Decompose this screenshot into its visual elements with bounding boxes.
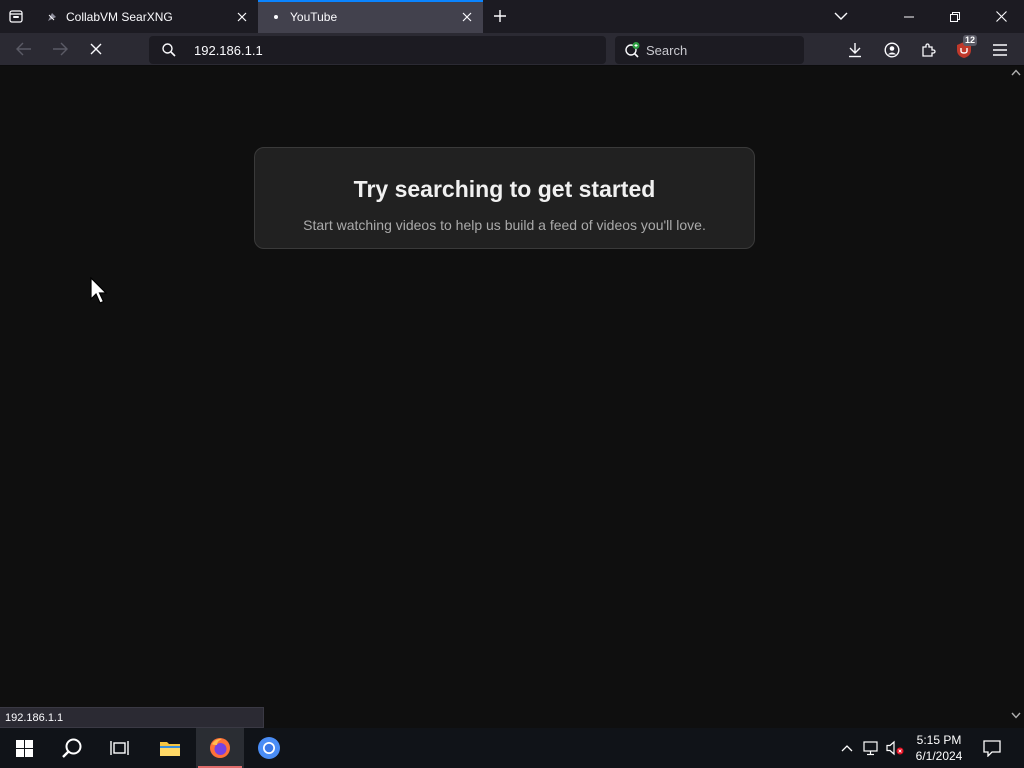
new-tab-button[interactable] [488,4,512,28]
vertical-scrollbar[interactable] [1008,66,1024,719]
search-engine-icon [624,41,642,59]
task-view-button[interactable] [96,728,144,768]
task-view-icon [110,741,129,755]
folder-icon [160,742,180,756]
stop-icon [90,43,102,55]
firefox-icon [210,738,230,758]
chevron-up-icon [841,745,853,752]
show-hidden-icons-button[interactable] [837,738,857,758]
arrow-right-icon [53,42,68,56]
plus-icon [494,10,506,22]
arrow-left-icon [16,42,31,56]
minimize-icon [904,16,914,17]
tab-title: CollabVM SearXNG [66,9,173,24]
address-bar[interactable]: 192.186.1.1 [149,36,606,64]
searxng-favicon-icon [44,9,60,25]
restore-icon [950,11,960,22]
downloads-button[interactable] [842,37,868,63]
volume-muted-icon[interactable] [885,738,905,758]
extension-badge: 12 [963,35,978,46]
search-icon [162,43,178,57]
tab-strip: CollabVM SearXNG YouTube [0,0,1024,33]
windows-logo-icon [15,739,33,757]
tab-youtube[interactable]: YouTube [258,0,483,33]
close-icon [995,11,1007,22]
notification-icon [983,739,1001,757]
navigation-toolbar: 192.186.1.1 Search 12 [0,33,1024,66]
empty-feed-heading: Try searching to get started [353,176,656,202]
download-icon [849,43,861,58]
forward-button[interactable] [47,36,73,62]
firefox-view-icon [9,10,23,23]
restore-button[interactable] [932,0,978,33]
empty-feed-subtext: Start watching videos to help us build a… [303,217,706,233]
firefox-view-button[interactable] [4,4,28,28]
system-clock[interactable]: 5:15 PM 6/1/2024 [908,732,970,764]
clock-date: 6/1/2024 [915,749,963,763]
chromium-icon [258,737,280,759]
tab-title: YouTube [290,9,338,24]
ublock-origin-button[interactable]: 12 [951,35,978,63]
app-menu-button[interactable] [987,37,1013,63]
scroll-down-arrow-icon[interactable] [1011,712,1021,719]
action-center-button[interactable] [978,728,1006,768]
account-button[interactable] [879,37,905,63]
tab-close-icon[interactable] [230,5,254,29]
back-button[interactable] [11,36,37,62]
scroll-up-arrow-icon[interactable] [1011,69,1021,76]
start-button[interactable] [0,728,48,768]
search-bar[interactable]: Search [615,36,804,64]
minimize-button[interactable] [886,0,932,33]
tab-close-icon[interactable] [455,5,479,29]
chevron-down-icon [834,12,848,20]
windows-taskbar: 5:15 PM 6/1/2024 [0,728,1024,768]
taskbar-search-button[interactable] [48,728,96,768]
empty-feed-card: Try searching to get started Start watch… [254,147,755,249]
close-window-button[interactable] [978,0,1024,33]
link-status-tooltip: 192.186.1.1 [0,707,264,728]
search-placeholder: Search [646,42,688,58]
page-content: Try searching to get started Start watch… [0,66,1024,719]
firefox-taskbar-button[interactable] [196,728,244,768]
stop-button[interactable] [83,36,109,62]
search-icon [62,738,82,758]
extensions-button[interactable] [915,37,941,63]
tab-collabvm-searxng[interactable]: CollabVM SearXNG [34,0,258,33]
network-icon[interactable] [861,738,881,758]
account-icon [884,42,900,58]
puzzle-icon [922,43,936,57]
mouse-cursor-icon [90,277,108,304]
loading-dot-icon [268,9,284,25]
chrome-taskbar-button[interactable] [245,728,293,768]
url-text[interactable]: 192.186.1.1 [194,43,263,58]
hamburger-menu-icon [993,44,1007,56]
list-all-tabs-button[interactable] [829,4,853,28]
clock-time: 5:15 PM [916,733,962,747]
file-explorer-button[interactable] [146,728,194,768]
